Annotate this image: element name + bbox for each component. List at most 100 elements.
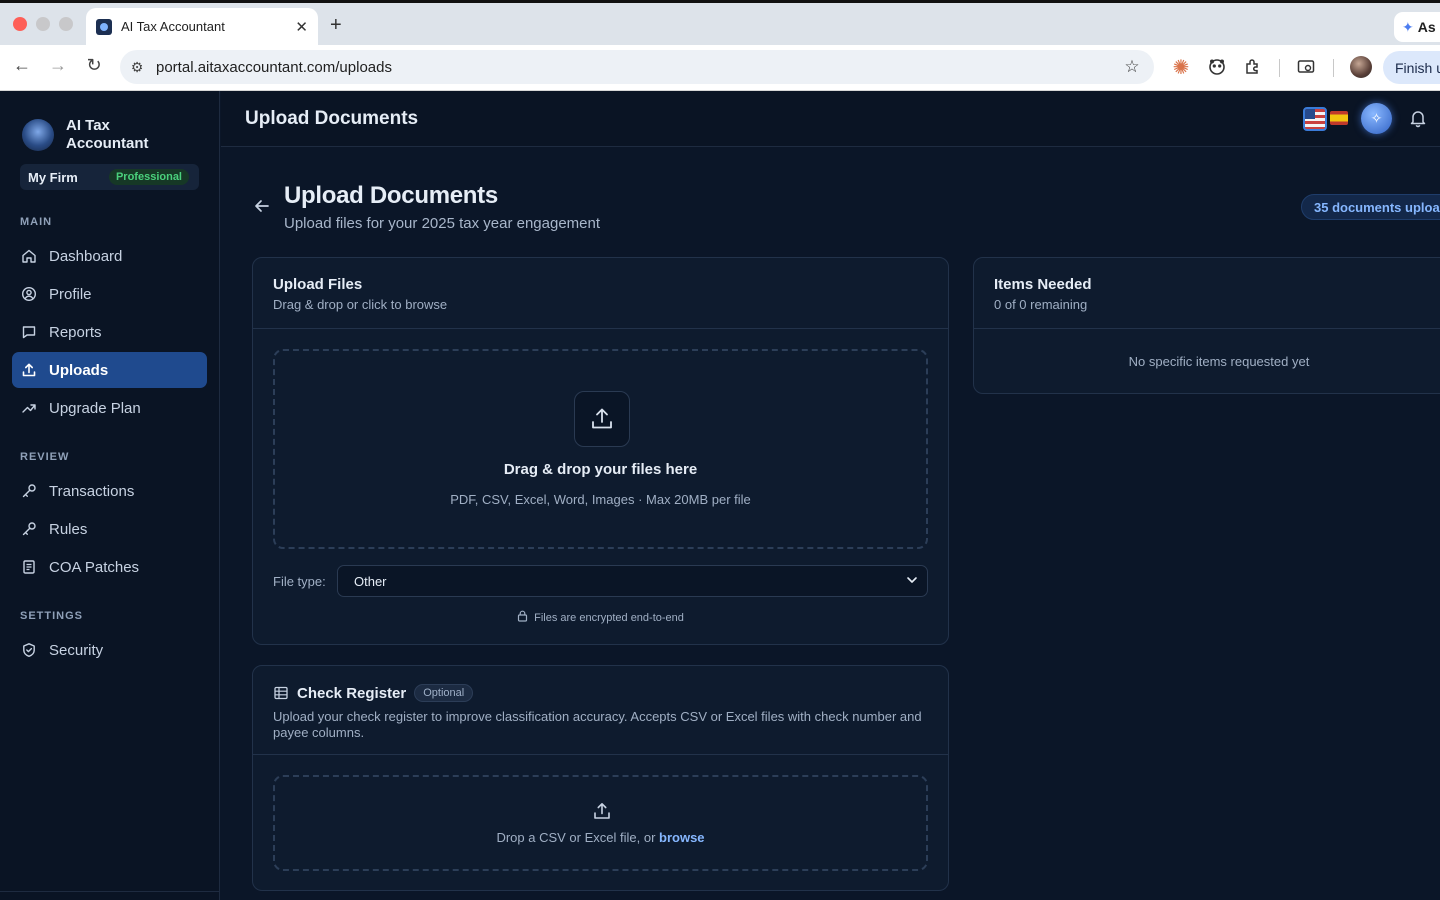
file-type-value: Other — [354, 573, 387, 589]
tab-close-icon[interactable]: ✕ — [295, 18, 308, 36]
user-circle-icon — [21, 286, 37, 302]
sparkle-icon: ✦ — [1402, 18, 1414, 35]
sidebar-item-label: Rules — [49, 520, 88, 538]
gemini-chip[interactable]: ✦ As — [1394, 12, 1440, 42]
nav-section-settings: SETTINGS — [20, 610, 84, 622]
file-type-select[interactable]: Other — [337, 565, 928, 597]
chat-bubble-icon — [21, 324, 37, 340]
back-arrow-icon[interactable] — [252, 196, 272, 216]
site-settings-icon[interactable]: ⚙ — [120, 59, 154, 76]
sidebar-footer-divider — [0, 891, 220, 892]
trending-up-icon — [21, 400, 37, 416]
key-icon — [21, 483, 37, 499]
nav-section-review: REVIEW — [20, 451, 70, 463]
url-text[interactable]: portal.aitaxaccountant.com/uploads — [154, 59, 1110, 76]
chevron-down-icon — [905, 573, 919, 590]
address-bar[interactable]: ⚙ portal.aitaxaccountant.com/uploads ☆ — [120, 50, 1154, 84]
bookmark-star-icon[interactable]: ☆ — [1110, 57, 1154, 77]
sidebar-item-label: Transactions — [49, 482, 135, 500]
sidebar-item-rules[interactable]: Rules — [12, 511, 207, 547]
sidebar-item-label: Profile — [49, 285, 92, 303]
dropzone-subtitle: PDF, CSV, Excel, Word, Images · Max 20MB… — [450, 492, 751, 507]
card-header: Check Register Optional Upload your chec… — [253, 666, 948, 755]
card-title: Items Needed — [994, 276, 1092, 293]
gemini-chip-label: As — [1417, 19, 1436, 35]
brand-name: AI Tax Accountant — [66, 117, 149, 152]
sidebar-item-label: Security — [49, 641, 104, 659]
card-subtitle: Drag & drop or click to browse — [273, 297, 448, 312]
check-register-description: Upload your check register to improve cl… — [273, 709, 922, 740]
upload-icon — [592, 801, 612, 821]
card-title: Check Register — [297, 684, 407, 702]
items-remaining: 0 of 0 remaining — [994, 297, 1088, 312]
sidebar-item-transactions[interactable]: Transactions — [12, 473, 207, 509]
encryption-note-text: Files are encrypted end-to-end — [534, 611, 684, 624]
extensions-puzzle-icon[interactable] — [1242, 56, 1264, 78]
brand-logo-icon — [22, 119, 54, 151]
sidebar-item-dashboard[interactable]: Dashboard — [12, 238, 207, 274]
minimize-window-button[interactable] — [36, 17, 50, 31]
home-icon — [21, 248, 37, 264]
reload-icon[interactable]: ↻ — [82, 55, 106, 76]
optional-badge: Optional — [414, 684, 474, 702]
page-title: Upload Documents — [284, 182, 498, 209]
documents-count-badge: 35 documents uploaded — [1301, 194, 1440, 220]
sidebar-item-label: Reports — [49, 323, 102, 341]
bell-notification-icon[interactable] — [1408, 108, 1428, 128]
document-list-icon — [21, 559, 37, 575]
card-title: Upload Files — [273, 276, 363, 293]
key-icon — [21, 521, 37, 537]
toolbar-divider — [1279, 59, 1280, 77]
encryption-note: Files are encrypted end-to-end — [253, 610, 948, 625]
file-type-label: File type: — [273, 574, 326, 589]
back-arrow-icon[interactable]: ← — [10, 55, 34, 76]
page-subtitle: Upload files for your 2025 tax year enga… — [284, 215, 601, 232]
browser-tab-active[interactable]: AI Tax Accountant ✕ — [86, 8, 318, 45]
maximize-window-button[interactable] — [59, 17, 73, 31]
sidebar-item-label: Uploads — [49, 361, 109, 379]
us-flag-language-icon[interactable] — [1303, 107, 1327, 131]
sidebar-item-label: Dashboard — [49, 247, 123, 265]
site-favicon-icon — [96, 18, 112, 35]
file-dropzone[interactable]: Drag & drop your files here PDF, CSV, Ex… — [273, 349, 928, 549]
items-empty-state: No specific items requested yet — [1128, 354, 1310, 369]
upload-files-card: Upload Files Drag & drop or click to bro… — [252, 257, 949, 645]
firm-selector[interactable]: My Firm Professional — [20, 164, 199, 190]
sidebar-item-upgrade-plan[interactable]: Upgrade Plan — [12, 390, 207, 426]
plan-badge: Professional — [108, 169, 189, 185]
sidebar-item-label: Upgrade Plan — [49, 399, 141, 417]
nav-section-main: MAIN — [20, 216, 53, 228]
browser-toolbar: ← → ↻ ⚙ portal.aitaxaccountant.com/uploa… — [0, 45, 1440, 91]
topbar-title: Upload Documents — [245, 108, 419, 129]
sidebar-item-profile[interactable]: Profile — [12, 276, 207, 312]
profile-avatar[interactable] — [1350, 56, 1372, 78]
lock-icon — [517, 610, 528, 625]
shield-check-icon — [21, 642, 37, 658]
new-tab-button[interactable]: + — [330, 14, 342, 37]
card-header: Upload Files Drag & drop or click to bro… — [253, 258, 948, 329]
sidebar-item-reports[interactable]: Reports — [12, 314, 207, 350]
ai-assistant-sparkle-icon[interactable]: ✧ — [1361, 103, 1392, 134]
tab-title: AI Tax Accountant — [121, 19, 225, 34]
forward-arrow-icon[interactable]: → — [46, 55, 70, 76]
check-register-dropzone[interactable]: Drop a CSV or Excel file, or browse — [273, 775, 928, 871]
browser-tab-bar: AI Tax Accountant ✕ + ✦ As — [0, 0, 1440, 45]
sidebar-item-security[interactable]: Security — [12, 632, 207, 668]
brand[interactable]: AI Tax Accountant — [22, 117, 176, 153]
sidebar: AI Tax Accountant My Firm Professional M… — [0, 91, 220, 900]
tab-search-icon[interactable] — [1295, 56, 1317, 78]
spain-flag-language-icon[interactable] — [1330, 111, 1348, 125]
claude-extension-icon[interactable]: ✺ — [1170, 56, 1192, 79]
table-icon — [273, 685, 289, 701]
drop-instruction: Drop a CSV or Excel file, or — [496, 830, 660, 845]
panda-extension-icon[interactable] — [1206, 56, 1228, 78]
firm-name: My Firm — [28, 169, 78, 185]
sidebar-item-uploads[interactable]: Uploads — [12, 352, 207, 388]
upload-icon — [574, 391, 630, 447]
close-window-button[interactable] — [13, 17, 27, 31]
toolbar-divider — [1333, 59, 1334, 77]
browse-link[interactable]: browse — [659, 830, 705, 845]
items-needed-card: Items Needed 0 of 0 remaining No specifi… — [973, 257, 1440, 394]
finish-update-button[interactable]: Finish u — [1383, 51, 1440, 84]
sidebar-item-coa-patches[interactable]: COA Patches — [12, 549, 207, 585]
